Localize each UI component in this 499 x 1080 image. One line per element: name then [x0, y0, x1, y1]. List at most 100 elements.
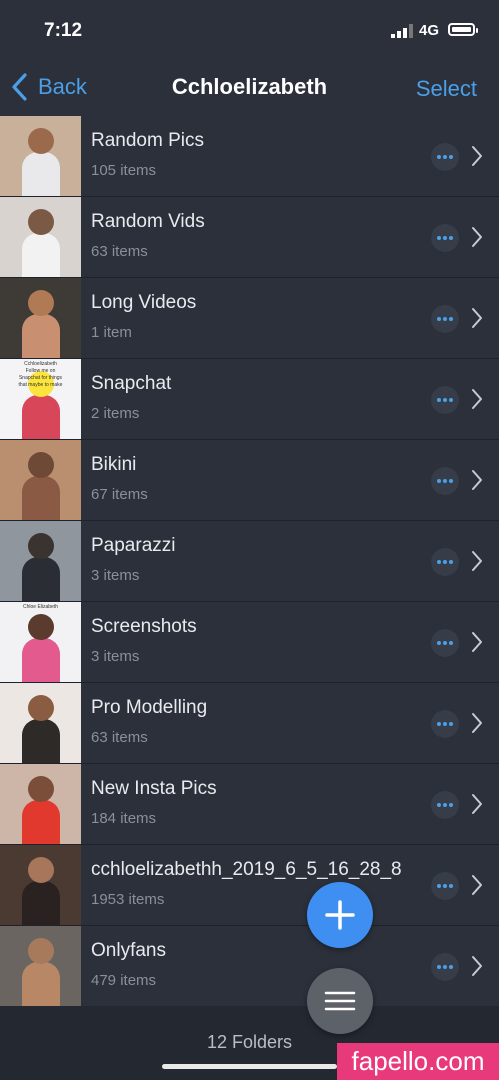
chevron-right-icon [472, 713, 482, 733]
folder-item-count: 3 items [91, 648, 140, 665]
chevron-right-icon [472, 146, 482, 166]
folder-item-count: 63 items [91, 243, 148, 260]
more-options-button[interactable] [431, 386, 459, 414]
hamburger-icon [324, 991, 356, 1011]
folder-row[interactable]: New Insta Pics 184 items [0, 764, 499, 845]
ellipsis-dot-icon [443, 479, 447, 483]
folder-item-count: 105 items [91, 162, 157, 179]
status-time: 7:12 [44, 20, 83, 41]
ellipsis-dot-icon [449, 722, 453, 726]
folder-thumbnail [0, 683, 81, 763]
more-options-button[interactable] [431, 791, 459, 819]
thumbnail-figure-body [22, 962, 60, 1006]
ellipsis-dot-icon [437, 641, 441, 645]
ellipsis-dot-icon [437, 479, 441, 483]
plus-icon [325, 900, 355, 930]
thumbnail-figure [28, 857, 54, 883]
thumbnail-figure [28, 614, 54, 640]
thumbnail-figure-body [22, 719, 60, 763]
more-options-button[interactable] [431, 467, 459, 495]
ellipsis-dot-icon [443, 965, 447, 969]
ellipsis-dot-icon [443, 884, 447, 888]
ellipsis-dot-icon [437, 965, 441, 969]
more-options-button[interactable] [431, 953, 459, 981]
folder-item-count: 1 item [91, 324, 132, 341]
folder-row[interactable]: cchloelizabethh_2019_6_5_16_28_8 1953 ite… [0, 845, 499, 926]
ellipsis-dot-icon [437, 236, 441, 240]
ellipsis-dot-icon [437, 722, 441, 726]
folder-item-count: 3 items [91, 567, 140, 584]
more-options-button[interactable] [431, 548, 459, 576]
chevron-right-icon [472, 794, 482, 814]
folder-row[interactable]: Onlyfans 479 items [0, 926, 499, 1007]
ellipsis-dot-icon [443, 317, 447, 321]
folder-name: cchloelizabethh_2019_6_5_16_28_8 [91, 859, 402, 880]
ellipsis-dot-icon [443, 641, 447, 645]
ellipsis-dot-icon [443, 398, 447, 402]
thumbnail-figure [28, 290, 54, 316]
folder-thumbnail [0, 197, 81, 277]
folder-row[interactable]: Cchloelizabeth Follow me on Snapchat for t… [0, 359, 499, 440]
thumbnail-figure [28, 128, 54, 154]
more-options-button[interactable] [431, 629, 459, 657]
ellipsis-dot-icon [437, 884, 441, 888]
thumbnail-figure [28, 533, 54, 559]
more-options-button[interactable] [431, 710, 459, 738]
chevron-right-icon [472, 389, 482, 409]
folder-row[interactable]: Bikini 67 items [0, 440, 499, 521]
folder-name: Onlyfans [91, 940, 166, 961]
folder-row[interactable]: Chloe Elizabeth Screenshots 3 items [0, 602, 499, 683]
more-options-button[interactable] [431, 224, 459, 252]
thumbnail-figure [28, 938, 54, 964]
thumbnail-figure [28, 209, 54, 235]
thumbnail-figure-body [22, 395, 60, 439]
folder-row[interactable]: Long Videos 1 item [0, 278, 499, 359]
folder-name: Long Videos [91, 292, 197, 313]
folder-thumbnail [0, 926, 81, 1006]
ellipsis-dot-icon [437, 398, 441, 402]
home-indicator[interactable] [162, 1064, 337, 1069]
folder-name: New Insta Pics [91, 778, 217, 799]
thumbnail-caption: Snapchat for things [18, 375, 63, 381]
more-options-button[interactable] [431, 143, 459, 171]
chevron-right-icon [472, 470, 482, 490]
folder-row[interactable]: Random Vids 63 items [0, 197, 499, 278]
folder-thumbnail: Chloe Elizabeth [0, 602, 81, 682]
folder-item-count: 479 items [91, 972, 157, 989]
folder-row[interactable]: Pro Modelling 63 items [0, 683, 499, 764]
thumbnail-figure [28, 452, 54, 478]
thumbnail-figure-body [22, 233, 60, 277]
folder-name: Screenshots [91, 616, 197, 637]
signal-icon [391, 24, 413, 38]
chevron-right-icon [472, 227, 482, 247]
ellipsis-dot-icon [449, 884, 453, 888]
folder-item-count: 67 items [91, 486, 148, 503]
ellipsis-dot-icon [437, 155, 441, 159]
folder-name: Bikini [91, 454, 137, 475]
folder-row[interactable]: Paparazzi 3 items [0, 521, 499, 602]
watermark: fapello.com [337, 1043, 499, 1080]
folder-thumbnail [0, 116, 81, 196]
more-options-button[interactable] [431, 305, 459, 333]
more-options-button[interactable] [431, 872, 459, 900]
folder-thumbnail [0, 845, 81, 925]
ellipsis-dot-icon [443, 155, 447, 159]
ellipsis-dot-icon [437, 317, 441, 321]
menu-button[interactable] [307, 968, 373, 1034]
thumbnail-figure-body [22, 152, 60, 196]
ellipsis-dot-icon [449, 641, 453, 645]
ellipsis-dot-icon [449, 965, 453, 969]
folder-thumbnail [0, 440, 81, 520]
chevron-right-icon [472, 956, 482, 976]
folder-row[interactable]: Random Pics 105 items [0, 116, 499, 197]
folder-name: Paparazzi [91, 535, 176, 556]
folder-item-count: 1953 items [91, 891, 165, 908]
select-button[interactable]: Select [416, 76, 477, 102]
folder-item-count: 63 items [91, 729, 148, 746]
ellipsis-dot-icon [449, 479, 453, 483]
thumbnail-caption: that maybe to make [18, 382, 63, 388]
add-folder-button[interactable] [307, 882, 373, 948]
folder-item-count: 184 items [91, 810, 157, 827]
ellipsis-dot-icon [437, 803, 441, 807]
chevron-right-icon [472, 551, 482, 571]
